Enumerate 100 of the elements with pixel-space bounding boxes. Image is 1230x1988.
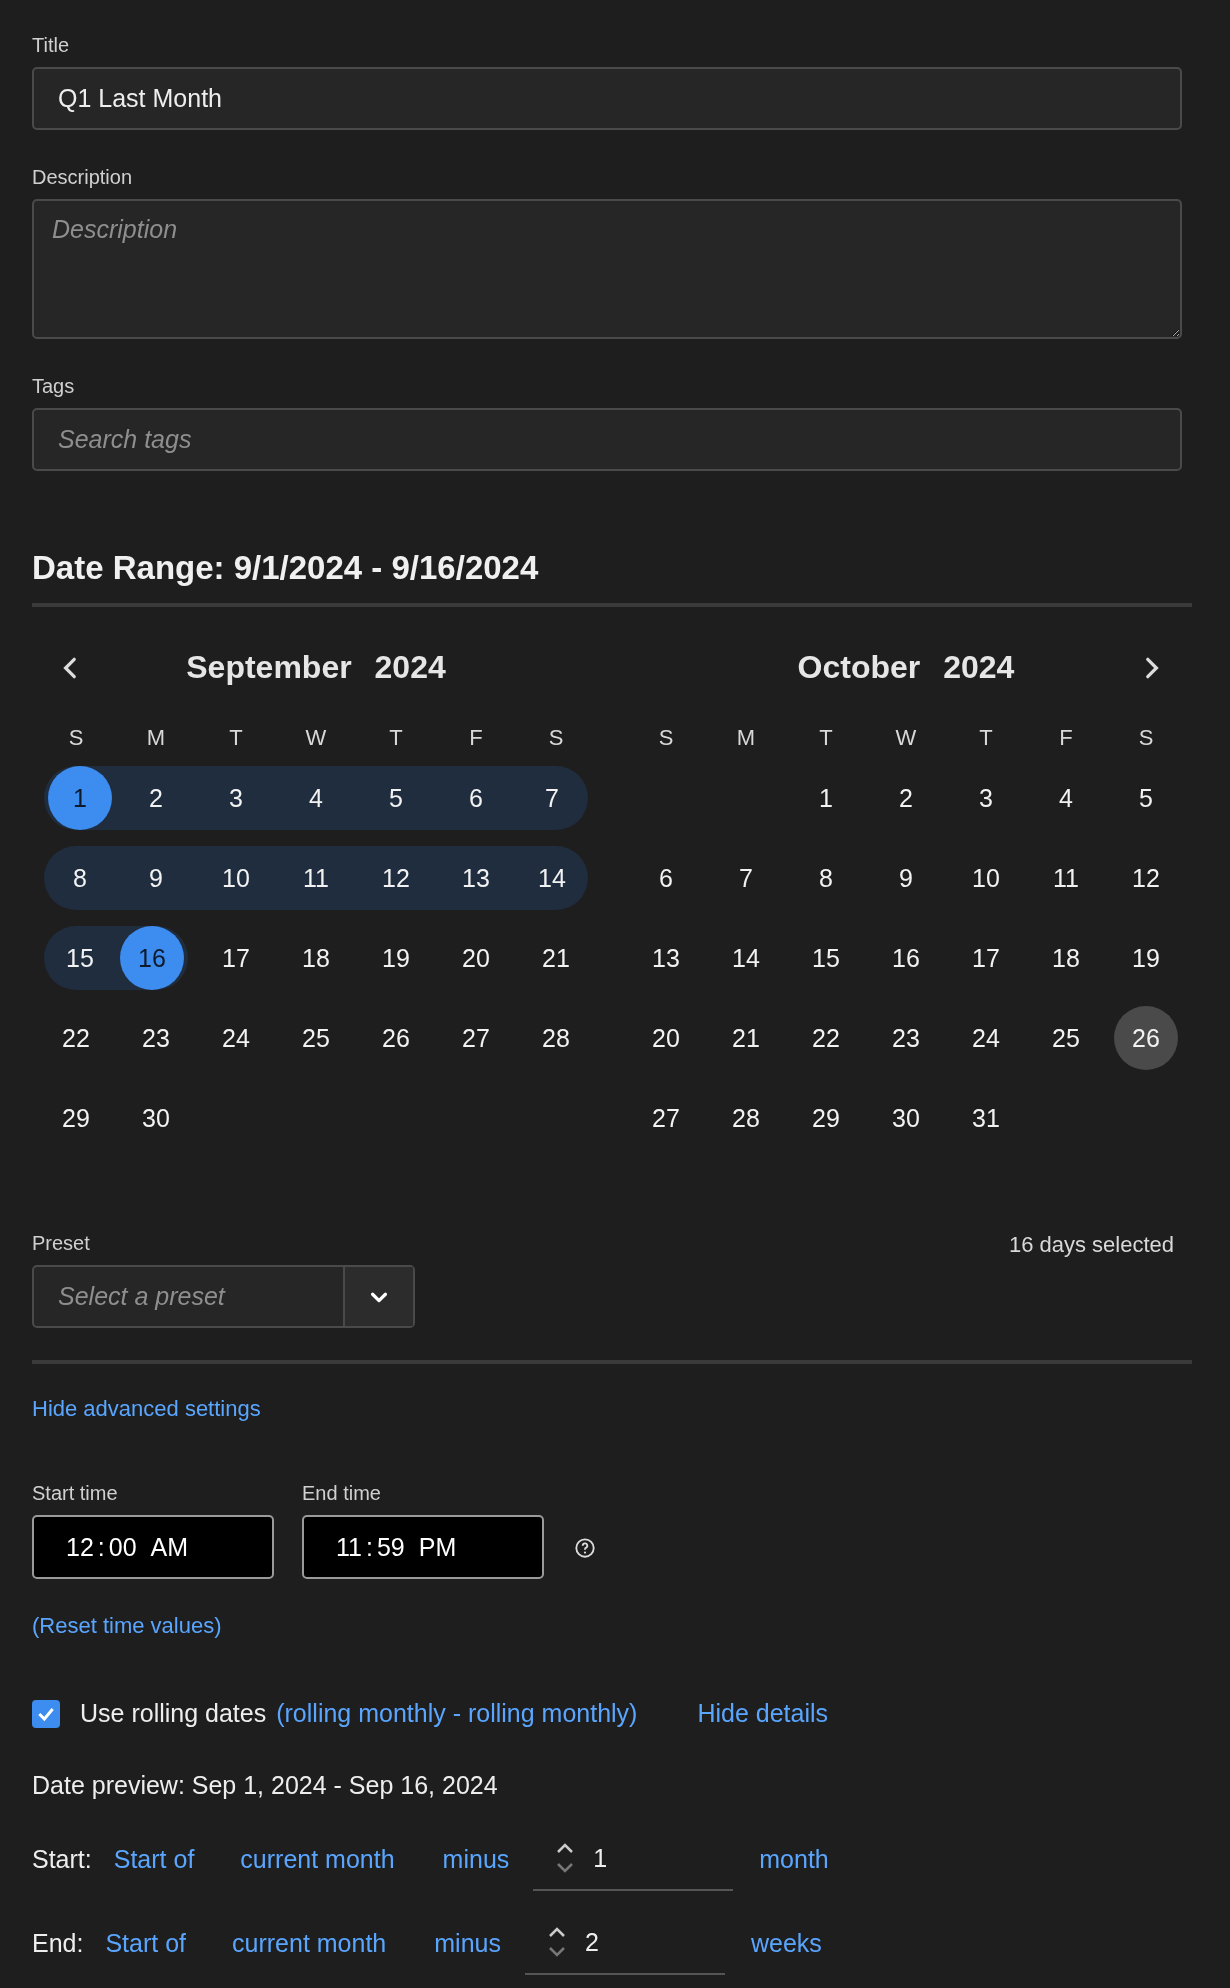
calendar-day[interactable]: 13 — [634, 926, 698, 990]
checkbox-label: Use rolling dates — [80, 1699, 267, 1728]
calendar-day[interactable]: 7 — [714, 846, 778, 910]
calendar-day[interactable]: 25 — [1034, 1006, 1098, 1070]
calendar-day[interactable]: 9 — [116, 846, 196, 910]
calendar-day[interactable]: 10 — [954, 846, 1018, 910]
calendar-day[interactable]: 1 — [44, 766, 116, 830]
weekday-label: F — [469, 725, 483, 751]
unit-link[interactable]: weeks — [750, 1928, 822, 1958]
calendar-day[interactable]: 28 — [714, 1086, 778, 1150]
stepper-icon[interactable] — [555, 1841, 576, 1875]
title-field[interactable]: Q1 Last Month — [32, 67, 1182, 130]
calendar-day[interactable]: 5 — [1114, 766, 1178, 830]
reset-time-values-link[interactable]: (Reset time values) — [32, 1613, 222, 1638]
operator-link[interactable]: minus — [442, 1844, 510, 1874]
calendar-day[interactable]: 19 — [364, 926, 428, 990]
period-link[interactable]: current month — [240, 1844, 395, 1874]
calendar-day[interactable]: 17 — [954, 926, 1018, 990]
calendar-day[interactable]: 24 — [954, 1006, 1018, 1070]
unit-link[interactable]: month — [759, 1844, 829, 1874]
period-link[interactable]: current month — [232, 1928, 387, 1958]
operator-link[interactable]: minus — [434, 1928, 501, 1958]
calendar-day[interactable]: 13 — [436, 846, 516, 910]
weekday-label: W — [305, 725, 327, 751]
amount-field[interactable]: 1 — [533, 1827, 734, 1891]
field-label: End time — [302, 1482, 381, 1505]
days-selected-count: 16 days selected — [1008, 1232, 1174, 1258]
help-icon[interactable] — [574, 1537, 596, 1559]
calendar-day[interactable]: 23 — [124, 1006, 188, 1070]
calendar-day[interactable]: 2 — [116, 766, 196, 830]
calendar-day[interactable]: 26 — [364, 1006, 428, 1070]
calendar-day[interactable]: 3 — [196, 766, 276, 830]
calendar-day[interactable]: 5 — [356, 766, 436, 830]
calendar-day[interactable]: 4 — [1034, 766, 1098, 830]
calendar-day[interactable]: 18 — [284, 926, 348, 990]
field-label: Start time — [32, 1482, 118, 1505]
calendar-day[interactable]: 6 — [634, 846, 698, 910]
calendar-day[interactable]: 31 — [954, 1086, 1018, 1150]
time-field[interactable]: 12 : 00 AM — [32, 1515, 274, 1579]
calendar-day[interactable]: 9 — [874, 846, 938, 910]
calendar-day[interactable]: 29 — [794, 1086, 858, 1150]
hide-advanced-settings-link[interactable]: Hide advanced settings — [32, 1396, 261, 1421]
calendar-day[interactable]: 27 — [444, 1006, 508, 1070]
calendar-day[interactable]: 11 — [276, 846, 356, 910]
calendar-day[interactable]: 17 — [204, 926, 268, 990]
description-field[interactable]: Description — [32, 199, 1182, 339]
anchor-link[interactable]: Start of — [113, 1844, 195, 1874]
calendar-day[interactable]: 7 — [516, 766, 588, 830]
calendar-day[interactable]: 1 — [794, 766, 858, 830]
calendar-day[interactable]: 16 — [874, 926, 938, 990]
calendar-day[interactable]: 26 — [1114, 1006, 1178, 1070]
tags-search-field[interactable]: Search tags — [32, 408, 1182, 471]
calendar-day[interactable]: 3 — [954, 766, 1018, 830]
weekday-label: T — [979, 725, 993, 751]
calendar-day[interactable]: 8 — [794, 846, 858, 910]
calendar-day[interactable]: 22 — [44, 1006, 108, 1070]
calendar-day[interactable]: 11 — [1034, 846, 1098, 910]
calendar-day[interactable]: 12 — [356, 846, 436, 910]
time-field[interactable]: 11 : 59 PM — [302, 1515, 544, 1579]
calendar-day[interactable]: 15 — [44, 926, 116, 990]
rule-label: Start: — [32, 1844, 92, 1874]
hide-details-link[interactable]: Hide details — [697, 1699, 829, 1728]
calendar-day[interactable]: 30 — [874, 1086, 938, 1150]
preset-field[interactable]: Select a preset — [34, 1267, 343, 1326]
stepper-icon[interactable] — [546, 1925, 567, 1959]
calendar-day[interactable]: 12 — [1114, 846, 1178, 910]
calendar-day[interactable]: 25 — [284, 1006, 348, 1070]
calendar-day[interactable]: 23 — [874, 1006, 938, 1070]
calendar-day[interactable]: 27 — [634, 1086, 698, 1150]
date-range-heading: Date Range: 9/1/2024 - 9/16/2024 — [32, 549, 539, 587]
weekday-label: T — [389, 725, 403, 751]
calendar-day[interactable]: 2 — [874, 766, 938, 830]
calendar-day[interactable]: 21 — [714, 1006, 778, 1070]
calendar-day[interactable]: 22 — [794, 1006, 858, 1070]
date-preview: Date preview: Sep 1, 2024 - Sep 16, 2024 — [32, 1771, 498, 1799]
calendar-day[interactable]: 10 — [196, 846, 276, 910]
field-label: Preset — [32, 1232, 90, 1255]
calendar-day[interactable]: 8 — [44, 846, 116, 910]
field-label: Description — [32, 166, 133, 189]
calendar-day[interactable]: 19 — [1114, 926, 1178, 990]
weekday-label: M — [146, 725, 166, 751]
calendar-day[interactable]: 28 — [524, 1006, 588, 1070]
calendar-day[interactable]: 20 — [444, 926, 508, 990]
rolling-summary-link[interactable]: (rolling monthly - rolling monthly) — [276, 1699, 638, 1728]
calendar-day[interactable]: 21 — [524, 926, 588, 990]
calendar-day[interactable]: 30 — [124, 1086, 188, 1150]
calendar-day[interactable]: 29 — [44, 1086, 108, 1150]
calendar-day[interactable]: 24 — [204, 1006, 268, 1070]
calendar-day[interactable]: 16 — [116, 926, 188, 990]
amount-field[interactable]: 2 — [524, 1911, 725, 1975]
weekday-label: T — [819, 725, 833, 751]
calendar-day[interactable]: 4 — [276, 766, 356, 830]
calendar-day[interactable]: 14 — [714, 926, 778, 990]
calendar-day[interactable]: 6 — [436, 766, 516, 830]
preset-dropdown[interactable]: Select a preset — [32, 1265, 415, 1328]
calendar-day[interactable]: 18 — [1034, 926, 1098, 990]
calendar-day[interactable]: 20 — [634, 1006, 698, 1070]
calendar-day[interactable]: 14 — [516, 846, 588, 910]
calendar-day[interactable]: 15 — [794, 926, 858, 990]
anchor-link[interactable]: Start of — [105, 1928, 187, 1958]
